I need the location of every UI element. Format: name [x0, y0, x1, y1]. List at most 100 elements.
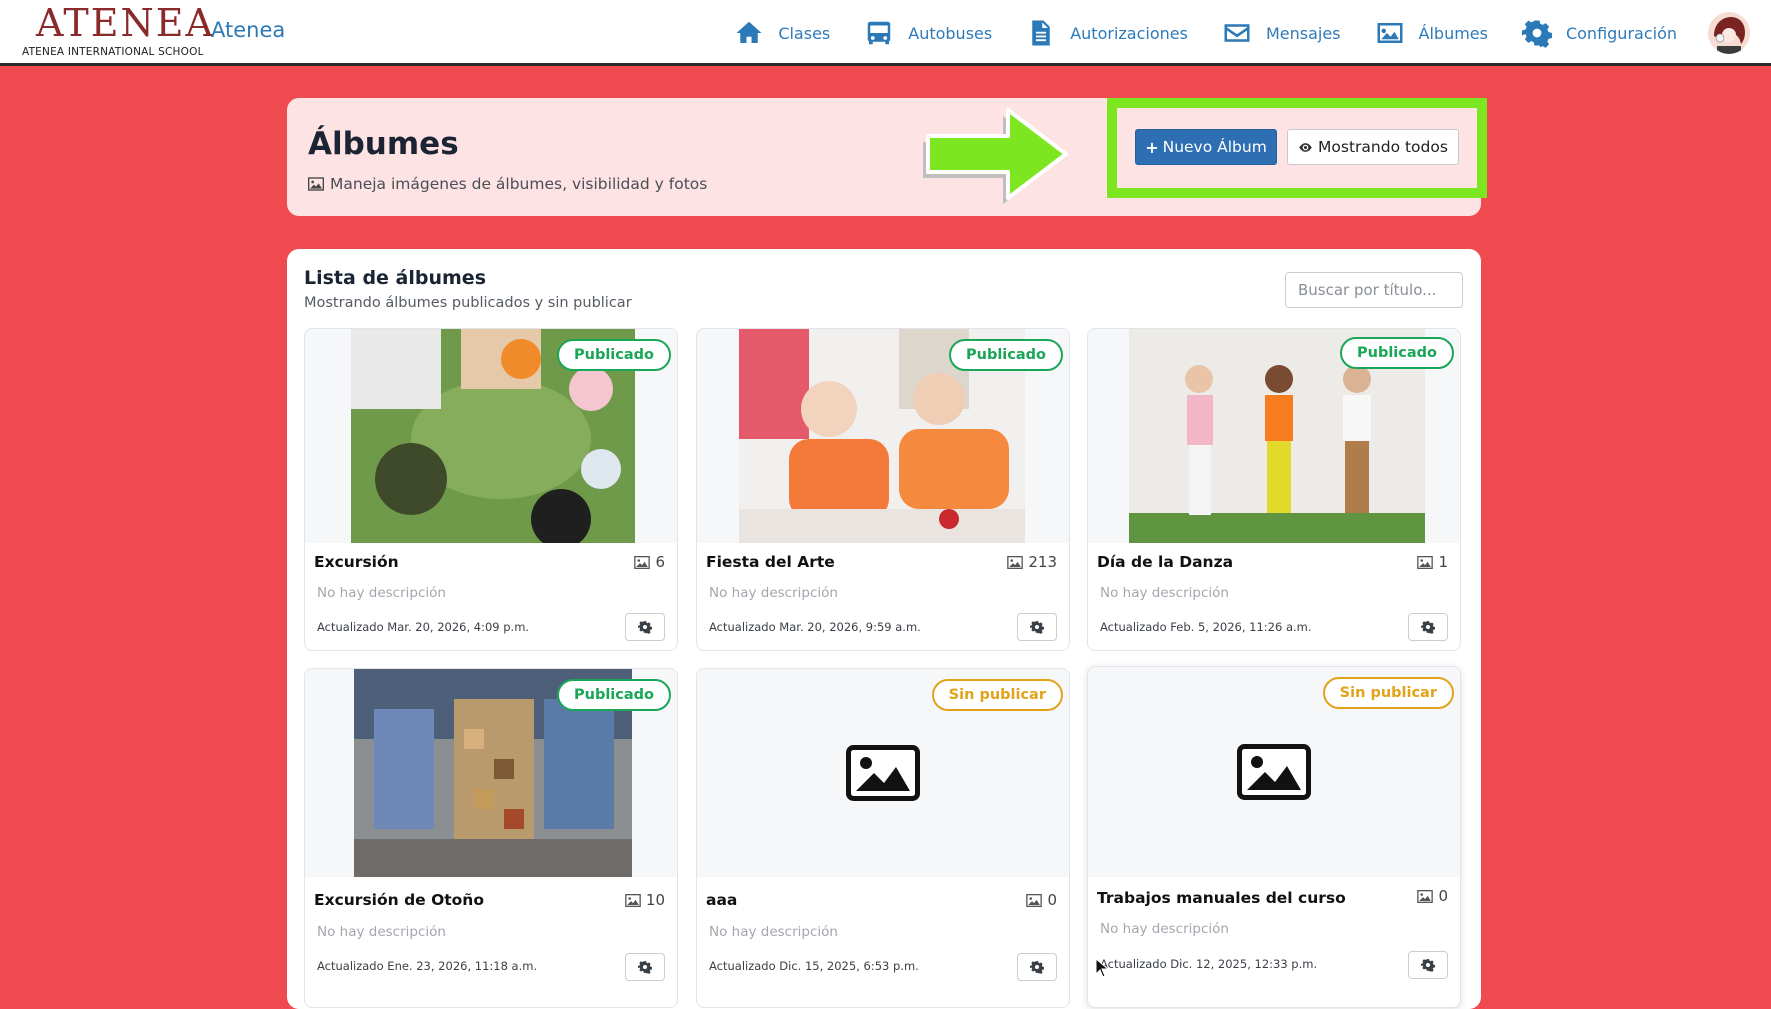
envelope-icon	[1224, 24, 1250, 42]
album-settings-button[interactable]	[625, 613, 665, 641]
photo-count: 0	[1417, 887, 1448, 905]
nav-item-mensajes[interactable]: Mensajes	[1222, 18, 1341, 48]
album-card[interactable]: Publicado Fiesta del Arte 213 No hay des…	[696, 328, 1070, 651]
album-title[interactable]: Trabajos manuales del curso	[1097, 889, 1346, 907]
album-title[interactable]: Día de la Danza	[1097, 553, 1233, 571]
image-placeholder-icon	[846, 745, 920, 801]
nav-item-label: Autorizaciones	[1070, 23, 1188, 43]
album-updated-at: Actualizado Ene. 23, 2026, 11:18 a.m.	[317, 959, 538, 973]
user-avatar[interactable]	[1708, 12, 1750, 54]
top-navbar: ATENEA ATENEA INTERNATIONAL SCHOOL Atene…	[0, 0, 1771, 66]
nav-item-clases[interactable]: Clases	[734, 18, 830, 48]
album-title[interactable]: Excursión de Otoño	[314, 891, 484, 909]
gear-icon	[638, 961, 652, 974]
album-title[interactable]: aaa	[706, 891, 737, 909]
photo-count: 0	[1026, 891, 1057, 909]
photo-count: 1	[1417, 553, 1448, 571]
image-icon	[1007, 555, 1024, 569]
photo-count-value: 213	[1028, 553, 1057, 571]
home-icon	[736, 21, 762, 43]
photo-count-value: 0	[1047, 891, 1057, 909]
image-icon	[1417, 889, 1434, 903]
photo-count-value: 1	[1438, 553, 1448, 571]
album-cover[interactable]: Publicado	[697, 329, 1069, 543]
nav-item-autobuses[interactable]: Autobuses	[864, 18, 992, 48]
new-album-button[interactable]: + Nuevo Álbum	[1135, 129, 1277, 165]
new-album-label: Nuevo Álbum	[1162, 138, 1267, 156]
image-icon	[1026, 893, 1043, 907]
album-description: No hay descripción	[317, 924, 446, 940]
gear-icon	[1421, 621, 1435, 634]
album-cover[interactable]: Publicado	[1088, 329, 1460, 543]
album-description: No hay descripción	[709, 585, 838, 601]
status-badge: Publicado	[1340, 337, 1454, 369]
album-settings-button[interactable]	[625, 953, 665, 981]
album-description: No hay descripción	[1100, 921, 1229, 937]
album-card[interactable]: Publicado Día de la Danza 1 No hay descr…	[1087, 328, 1461, 651]
image-icon	[1377, 23, 1403, 43]
nav-item-configuracion[interactable]: Configuración	[1521, 18, 1677, 48]
gear-icon	[1030, 621, 1044, 634]
photo-count-value: 0	[1438, 887, 1448, 905]
avatar-illustration	[1708, 12, 1750, 54]
show-all-label: Mostrando todos	[1318, 138, 1448, 156]
album-cover[interactable]: Publicado	[305, 669, 677, 877]
photo-count: 213	[1007, 553, 1057, 571]
nav-item-label: Configuración	[1565, 23, 1677, 43]
album-description: No hay descripción	[317, 585, 446, 601]
gear-icon	[1521, 20, 1552, 48]
album-updated-at: Actualizado Mar. 20, 2026, 4:09 p.m.	[317, 620, 530, 634]
album-settings-button[interactable]	[1408, 951, 1448, 979]
logo-subtitle: ATENEA INTERNATIONAL SCHOOL	[22, 46, 204, 58]
bus-icon	[868, 21, 891, 45]
show-all-toggle-button[interactable]: Mostrando todos	[1287, 129, 1459, 165]
album-cover[interactable]: Sin publicar	[1088, 667, 1460, 877]
eye-icon	[1299, 142, 1312, 152]
gear-icon	[1421, 959, 1435, 972]
gear-icon	[638, 621, 652, 634]
nav-item-albumes[interactable]: Álbumes	[1375, 18, 1488, 48]
album-description: No hay descripción	[709, 924, 838, 940]
album-title[interactable]: Excursión	[314, 553, 399, 571]
album-description: No hay descripción	[1100, 585, 1229, 601]
status-badge: Publicado	[949, 339, 1063, 371]
nav-item-autorizaciones[interactable]: Autorizaciones	[1026, 18, 1188, 48]
document-icon	[1032, 20, 1050, 46]
gear-icon	[1030, 961, 1044, 974]
album-updated-at: Actualizado Feb. 5, 2026, 11:26 a.m.	[1100, 620, 1312, 634]
album-updated-at: Actualizado Dic. 12, 2025, 12:33 p.m.	[1100, 957, 1318, 971]
search-input[interactable]	[1285, 272, 1463, 308]
image-icon	[1417, 555, 1434, 569]
image-placeholder-icon	[1237, 744, 1311, 800]
app-name[interactable]: Atenea	[211, 18, 285, 42]
album-settings-button[interactable]	[1017, 613, 1057, 641]
album-settings-button[interactable]	[1408, 613, 1448, 641]
status-badge: Sin publicar	[931, 679, 1063, 711]
nav-item-label: Clases	[778, 23, 831, 43]
album-card[interactable]: Publicado Excursión de Otoño 10 No hay d…	[304, 668, 678, 1008]
image-icon	[625, 893, 641, 907]
nav-item-label: Autobuses	[908, 23, 993, 43]
album-list-panel: Lista de álbumes Mostrando álbumes publi…	[287, 249, 1481, 1009]
album-updated-at: Actualizado Mar. 20, 2026, 9:59 a.m.	[709, 620, 921, 634]
album-settings-button[interactable]	[1017, 953, 1057, 981]
plus-icon: +	[1145, 137, 1159, 157]
main-nav: Clases Autobuses Autorizaciones Mensajes…	[700, 0, 1677, 66]
logo-wordmark: ATENEA	[36, 1, 215, 45]
album-card[interactable]: Sin publicar aaa 0 No hay descripción Ac…	[696, 668, 1070, 1008]
page-title: Álbumes	[308, 126, 459, 162]
album-card[interactable]: Publicado Excursión 6 No hay descripción…	[304, 328, 678, 651]
mouse-cursor-icon	[1095, 958, 1109, 978]
album-card[interactable]: Sin publicar Trabajos manuales del curso…	[1087, 666, 1461, 1008]
status-badge: Publicado	[557, 339, 671, 371]
photo-count-value: 10	[645, 891, 665, 909]
nav-item-label: Álbumes	[1418, 23, 1488, 43]
album-list-title: Lista de álbumes	[304, 267, 487, 289]
album-cover[interactable]: Sin publicar	[697, 669, 1069, 877]
status-badge: Publicado	[557, 679, 671, 711]
album-title[interactable]: Fiesta del Arte	[706, 553, 835, 571]
page-subtitle: Maneja imágenes de álbumes, visibilidad …	[308, 175, 707, 193]
image-icon	[308, 177, 324, 191]
school-logo[interactable]: ATENEA ATENEA INTERNATIONAL SCHOOL	[18, 2, 213, 60]
album-cover[interactable]: Publicado	[305, 329, 677, 543]
